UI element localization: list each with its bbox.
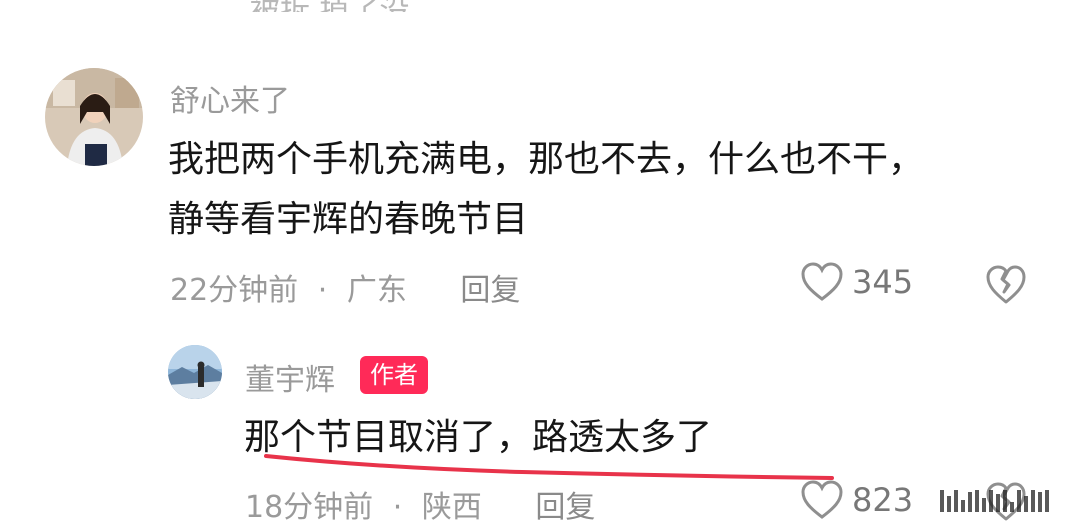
dislike-button[interactable] xyxy=(985,265,1027,309)
comment-text-line2: 静等看宇辉的春晚节目 xyxy=(168,199,529,240)
reply-time: 18分钟前 xyxy=(245,490,374,525)
avatar-dongyuhui[interactable] xyxy=(168,345,222,399)
comment-text-line1: 我把两个手机充满电，那也不去，什么也不干， xyxy=(168,139,925,180)
comment-username[interactable]: 舒心来了 xyxy=(170,76,290,120)
meta-separator: · xyxy=(317,273,328,308)
reply-meta: 18分钟前 · 陕西 回复 xyxy=(245,482,595,526)
avatar-shuxin[interactable] xyxy=(45,68,143,166)
comment-time: 22分钟前 xyxy=(170,273,299,308)
like-button[interactable]: 345 xyxy=(800,262,913,302)
reply-username[interactable]: 董宇辉 xyxy=(245,355,335,399)
reply-location: 陕西 xyxy=(421,490,482,525)
author-badge: 作者 xyxy=(360,356,428,394)
previous-comment-fragment: 被拆 掉了没 xyxy=(250,0,470,12)
comment-meta: 22分钟前 · 广东 回复 xyxy=(170,265,520,309)
like-count: 345 xyxy=(852,263,914,301)
heart-icon xyxy=(801,262,843,301)
heart-icon xyxy=(801,480,843,519)
reply-button[interactable]: 回复 xyxy=(460,265,520,309)
comment-location: 广东 xyxy=(346,273,407,308)
reply-like-count: 823 xyxy=(852,481,914,519)
reply-reply-button[interactable]: 回复 xyxy=(535,482,595,526)
watermark-icon xyxy=(940,486,1049,512)
reply-like-button[interactable]: 823 xyxy=(800,480,913,520)
broken-heart-icon xyxy=(986,265,1026,304)
